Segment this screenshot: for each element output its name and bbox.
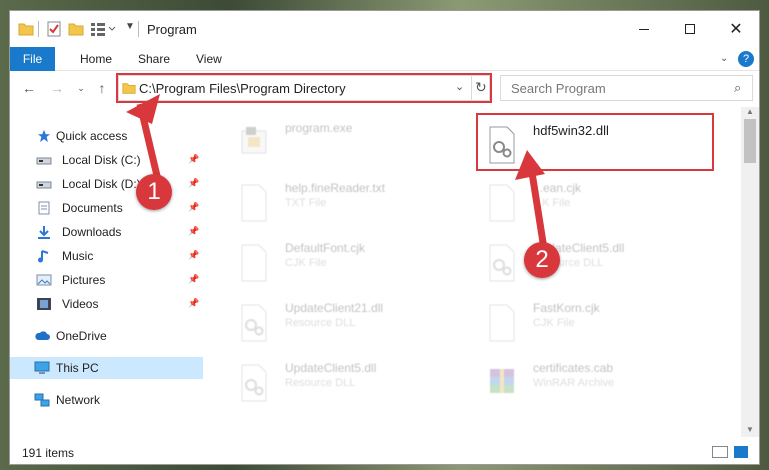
callout-badge-2: 2 bbox=[524, 242, 560, 278]
callout-badge-1: 1 bbox=[136, 174, 172, 210]
callout-arrow-1 bbox=[126, 94, 549, 256]
